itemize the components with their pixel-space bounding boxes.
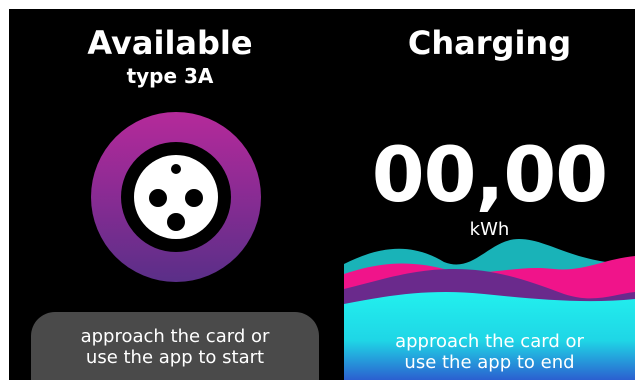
status-title: Available	[87, 24, 253, 62]
end-hint-line-1: approach the card or	[395, 331, 584, 352]
connector-type-label: type 3A	[126, 64, 214, 88]
connector-inner-ring	[121, 142, 231, 252]
charger-screen: Available type 3A approach the card or u…	[9, 9, 635, 380]
end-hint: approach the card or use the app to end	[344, 331, 635, 373]
charging-title: Charging	[407, 24, 572, 62]
start-hint-line-1: approach the card or	[80, 326, 270, 347]
end-hint-line-2: use the app to end	[404, 352, 575, 373]
plug-pin-bottom	[167, 213, 185, 231]
plug-face	[134, 155, 218, 239]
available-panel: Available type 3A approach the card or u…	[9, 9, 331, 380]
plug-pin-small	[171, 164, 181, 174]
start-hint-box: approach the card or use the app to star…	[31, 312, 319, 380]
plug-pin-left	[149, 189, 167, 207]
plug-pin-right	[185, 189, 203, 207]
type-3a-connector-icon	[91, 112, 261, 282]
charging-panel: Charging 00,00 kWh approach the card or …	[344, 9, 635, 380]
start-hint-line-2: use the app to start	[85, 347, 265, 368]
energy-value: 00,00	[371, 130, 608, 219]
